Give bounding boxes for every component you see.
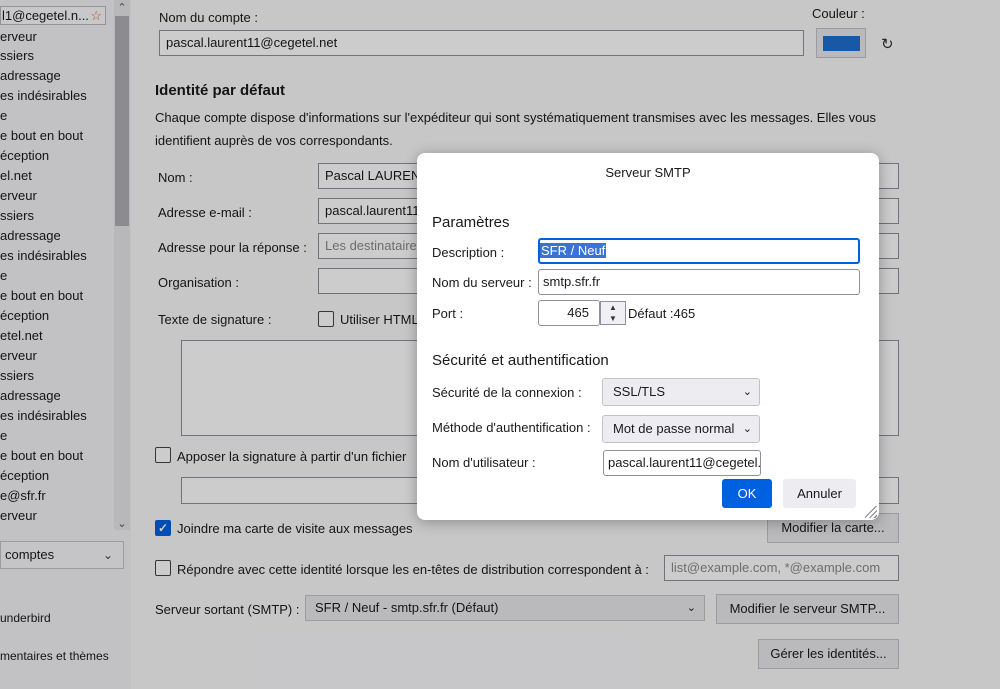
username-label: Nom d'utilisateur : <box>432 455 536 470</box>
auth-method-select[interactable]: Mot de passe normal ⌄ <box>602 415 760 443</box>
smtp-server-dialog: Serveur SMTP Paramètres Description : SF… <box>417 153 879 520</box>
port-label: Port : <box>432 306 464 321</box>
chevron-down-icon: ⌄ <box>740 416 752 442</box>
auth-method-label: Méthode d'authentification : <box>432 420 591 435</box>
ok-button[interactable]: OK <box>722 479 772 508</box>
description-value: SFR / Neuf <box>540 243 607 258</box>
cancel-button[interactable]: Annuler <box>783 479 856 508</box>
username-field[interactable]: pascal.laurent11@cegetel. <box>603 450 761 476</box>
chevron-down-icon: ⌄ <box>740 379 752 405</box>
server-name-label: Nom du serveur : <box>432 275 532 290</box>
resize-grip-icon[interactable] <box>865 506 877 518</box>
port-field[interactable]: 465 <box>538 300 600 326</box>
connection-security-select[interactable]: SSL/TLS ⌄ <box>602 378 760 406</box>
server-name-field[interactable]: smtp.sfr.fr <box>538 269 860 295</box>
connection-security-label: Sécurité de la connexion : <box>432 385 582 400</box>
port-stepper[interactable]: ▲ ▼ <box>600 301 626 325</box>
default-port-label: Défaut :465 <box>628 306 696 321</box>
stepper-down-icon[interactable]: ▼ <box>601 313 625 324</box>
params-heading: Paramètres <box>432 214 510 231</box>
connection-security-value: SSL/TLS <box>613 384 666 399</box>
description-label: Description : <box>432 245 505 260</box>
stepper-up-icon[interactable]: ▲ <box>601 302 625 313</box>
auth-method-value: Mot de passe normal <box>613 421 735 436</box>
description-field[interactable]: SFR / Neuf <box>538 238 860 264</box>
security-heading: Sécurité et authentification <box>432 352 609 369</box>
dialog-title: Serveur SMTP <box>605 165 691 180</box>
